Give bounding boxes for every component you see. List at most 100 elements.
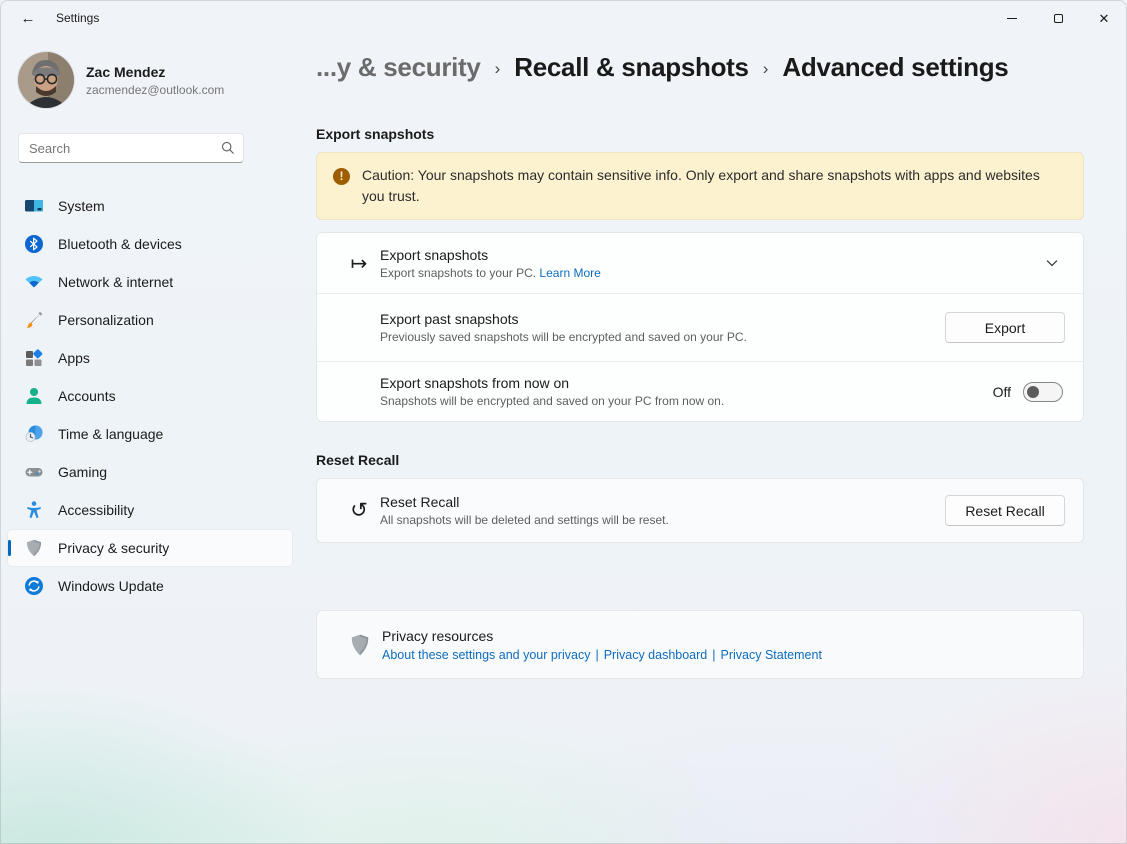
- export-button[interactable]: Export: [945, 312, 1065, 343]
- link-separator: |: [707, 648, 720, 662]
- personalization-icon: [24, 310, 44, 330]
- titlebar: ← Settings ✕: [0, 0, 1127, 36]
- chevron-right-icon: ›: [495, 56, 501, 79]
- reset-title: Reset Recall: [380, 494, 934, 510]
- bluetooth-icon: [24, 234, 44, 254]
- accounts-icon: [24, 386, 44, 406]
- maximize-icon: [1054, 14, 1063, 23]
- row-texts: Export snapshots from now on Snapshots w…: [380, 375, 993, 408]
- apps-icon: [24, 348, 44, 368]
- row-texts: Export past snapshots Previously saved s…: [380, 311, 945, 344]
- expander-title: Export snapshots: [380, 247, 1034, 263]
- export-from-now-on-row: Export snapshots from now on Snapshots w…: [317, 361, 1083, 421]
- expander-subtitle: Export snapshots to your PC. Learn More: [380, 266, 1034, 280]
- sidebar-nav: System Bluetooth & devices Network & int…: [0, 186, 300, 606]
- user-name: Zac Mendez: [86, 64, 224, 80]
- row-texts: Privacy resources About these settings a…: [382, 628, 1065, 662]
- search-box[interactable]: [18, 133, 244, 163]
- export-snapshots-expander[interactable]: ↦ Export snapshots Export snapshots to y…: [317, 233, 1083, 293]
- search-icon: [221, 141, 235, 155]
- sidebar-item-apps[interactable]: Apps: [8, 340, 292, 376]
- export-past-snapshots-row: Export past snapshots Previously saved s…: [317, 293, 1083, 361]
- caution-text: Caution: Your snapshots may contain sens…: [362, 165, 1042, 207]
- sidebar-item-accessibility[interactable]: Accessibility: [8, 492, 292, 528]
- reset-recall-button[interactable]: Reset Recall: [945, 495, 1065, 526]
- sidebar-item-label: Time & language: [58, 426, 163, 442]
- shield-icon: [349, 633, 371, 657]
- export-toggle[interactable]: [1023, 382, 1063, 402]
- toggle-wrap: Off: [993, 382, 1065, 402]
- user-account[interactable]: Zac Mendez zacmendez@outlook.com: [18, 52, 224, 108]
- sidebar-item-bluetooth[interactable]: Bluetooth & devices: [8, 226, 292, 262]
- privacy-links: About these settings and your privacy |Pr…: [382, 648, 1065, 662]
- maximize-button[interactable]: [1035, 0, 1081, 36]
- back-arrow-icon: ←: [21, 10, 36, 27]
- sidebar-item-network[interactable]: Network & internet: [8, 264, 292, 300]
- reset-recall-card: ↺ Reset Recall All snapshots will be del…: [316, 478, 1084, 543]
- row-subtitle: Snapshots will be encrypted and saved on…: [380, 394, 993, 408]
- search-input[interactable]: [29, 141, 221, 156]
- gaming-icon: [24, 462, 44, 482]
- toggle-knob: [1027, 386, 1039, 398]
- close-icon: ✕: [1099, 12, 1110, 25]
- main-content: ...y & security › Recall & snapshots › A…: [316, 36, 1084, 844]
- reset-section-header: Reset Recall: [316, 452, 399, 468]
- minimize-button[interactable]: [989, 0, 1035, 36]
- expander-texts: Export snapshots Export snapshots to you…: [380, 247, 1034, 280]
- minimize-icon: [1007, 18, 1017, 19]
- sidebar-item-label: Personalization: [58, 312, 154, 328]
- export-section-header: Export snapshots: [316, 126, 434, 142]
- learn-more-link[interactable]: Learn More: [539, 266, 600, 280]
- breadcrumb: ...y & security › Recall & snapshots › A…: [316, 52, 1008, 83]
- sidebar-item-time-language[interactable]: Time & language: [8, 416, 292, 452]
- sidebar-item-system[interactable]: System: [8, 188, 292, 224]
- windows-update-icon: [24, 576, 44, 596]
- sidebar-item-label: Windows Update: [58, 578, 164, 594]
- caution-banner: ! Caution: Your snapshots may contain se…: [316, 152, 1084, 220]
- settings-window: ← Settings ✕: [0, 0, 1127, 844]
- export-card-stack: ↦ Export snapshots Export snapshots to y…: [316, 232, 1084, 422]
- sidebar-item-privacy-security[interactable]: Privacy & security: [8, 530, 292, 566]
- sidebar-item-label: Network & internet: [58, 274, 173, 290]
- window-controls: ✕: [989, 0, 1127, 36]
- chevron-right-icon: ›: [763, 56, 769, 79]
- row-title: Export past snapshots: [380, 311, 945, 327]
- row-texts: Reset Recall All snapshots will be delet…: [380, 494, 934, 527]
- user-email: zacmendez@outlook.com: [86, 83, 224, 97]
- export-icon: ↦: [349, 251, 369, 276]
- toggle-state-label: Off: [993, 384, 1011, 400]
- chevron-down-icon[interactable]: [1045, 256, 1063, 270]
- caution-icon: !: [333, 168, 350, 185]
- sidebar-item-label: Apps: [58, 350, 90, 366]
- reset-icon: ↺: [349, 498, 369, 523]
- privacy-dashboard-link[interactable]: Privacy dashboard: [604, 648, 708, 662]
- user-texts: Zac Mendez zacmendez@outlook.com: [86, 64, 224, 97]
- privacy-statement-link[interactable]: Privacy Statement: [721, 648, 822, 662]
- sidebar-item-label: Bluetooth & devices: [58, 236, 182, 252]
- system-icon: [24, 196, 44, 216]
- sidebar-item-windows-update[interactable]: Windows Update: [8, 568, 292, 604]
- close-button[interactable]: ✕: [1081, 0, 1127, 36]
- breadcrumb-privacy-security[interactable]: ...y & security: [316, 52, 481, 83]
- sidebar-item-personalization[interactable]: Personalization: [8, 302, 292, 338]
- network-icon: [24, 272, 44, 292]
- sidebar: Zac Mendez zacmendez@outlook.com System: [0, 36, 300, 844]
- accessibility-icon: [24, 500, 44, 520]
- privacy-security-icon: [24, 538, 44, 558]
- reset-subtitle: All snapshots will be deleted and settin…: [380, 513, 934, 527]
- sidebar-item-label: Accessibility: [58, 502, 134, 518]
- sidebar-item-label: Accounts: [58, 388, 116, 404]
- row-subtitle: Previously saved snapshots will be encry…: [380, 330, 945, 344]
- sidebar-item-accounts[interactable]: Accounts: [8, 378, 292, 414]
- row-title: Export snapshots from now on: [380, 375, 993, 391]
- privacy-resources-card: Privacy resources About these settings a…: [316, 610, 1084, 679]
- app-title: Settings: [56, 11, 99, 25]
- privacy-resources-title: Privacy resources: [382, 628, 1065, 644]
- breadcrumb-advanced-settings: Advanced settings: [782, 52, 1008, 83]
- sidebar-item-gaming[interactable]: Gaming: [8, 454, 292, 490]
- back-button[interactable]: ←: [12, 6, 44, 30]
- avatar: [18, 52, 74, 108]
- time-language-icon: [24, 424, 44, 444]
- breadcrumb-recall-snapshots[interactable]: Recall & snapshots: [514, 52, 748, 83]
- about-settings-privacy-link[interactable]: About these settings and your privacy: [382, 648, 590, 662]
